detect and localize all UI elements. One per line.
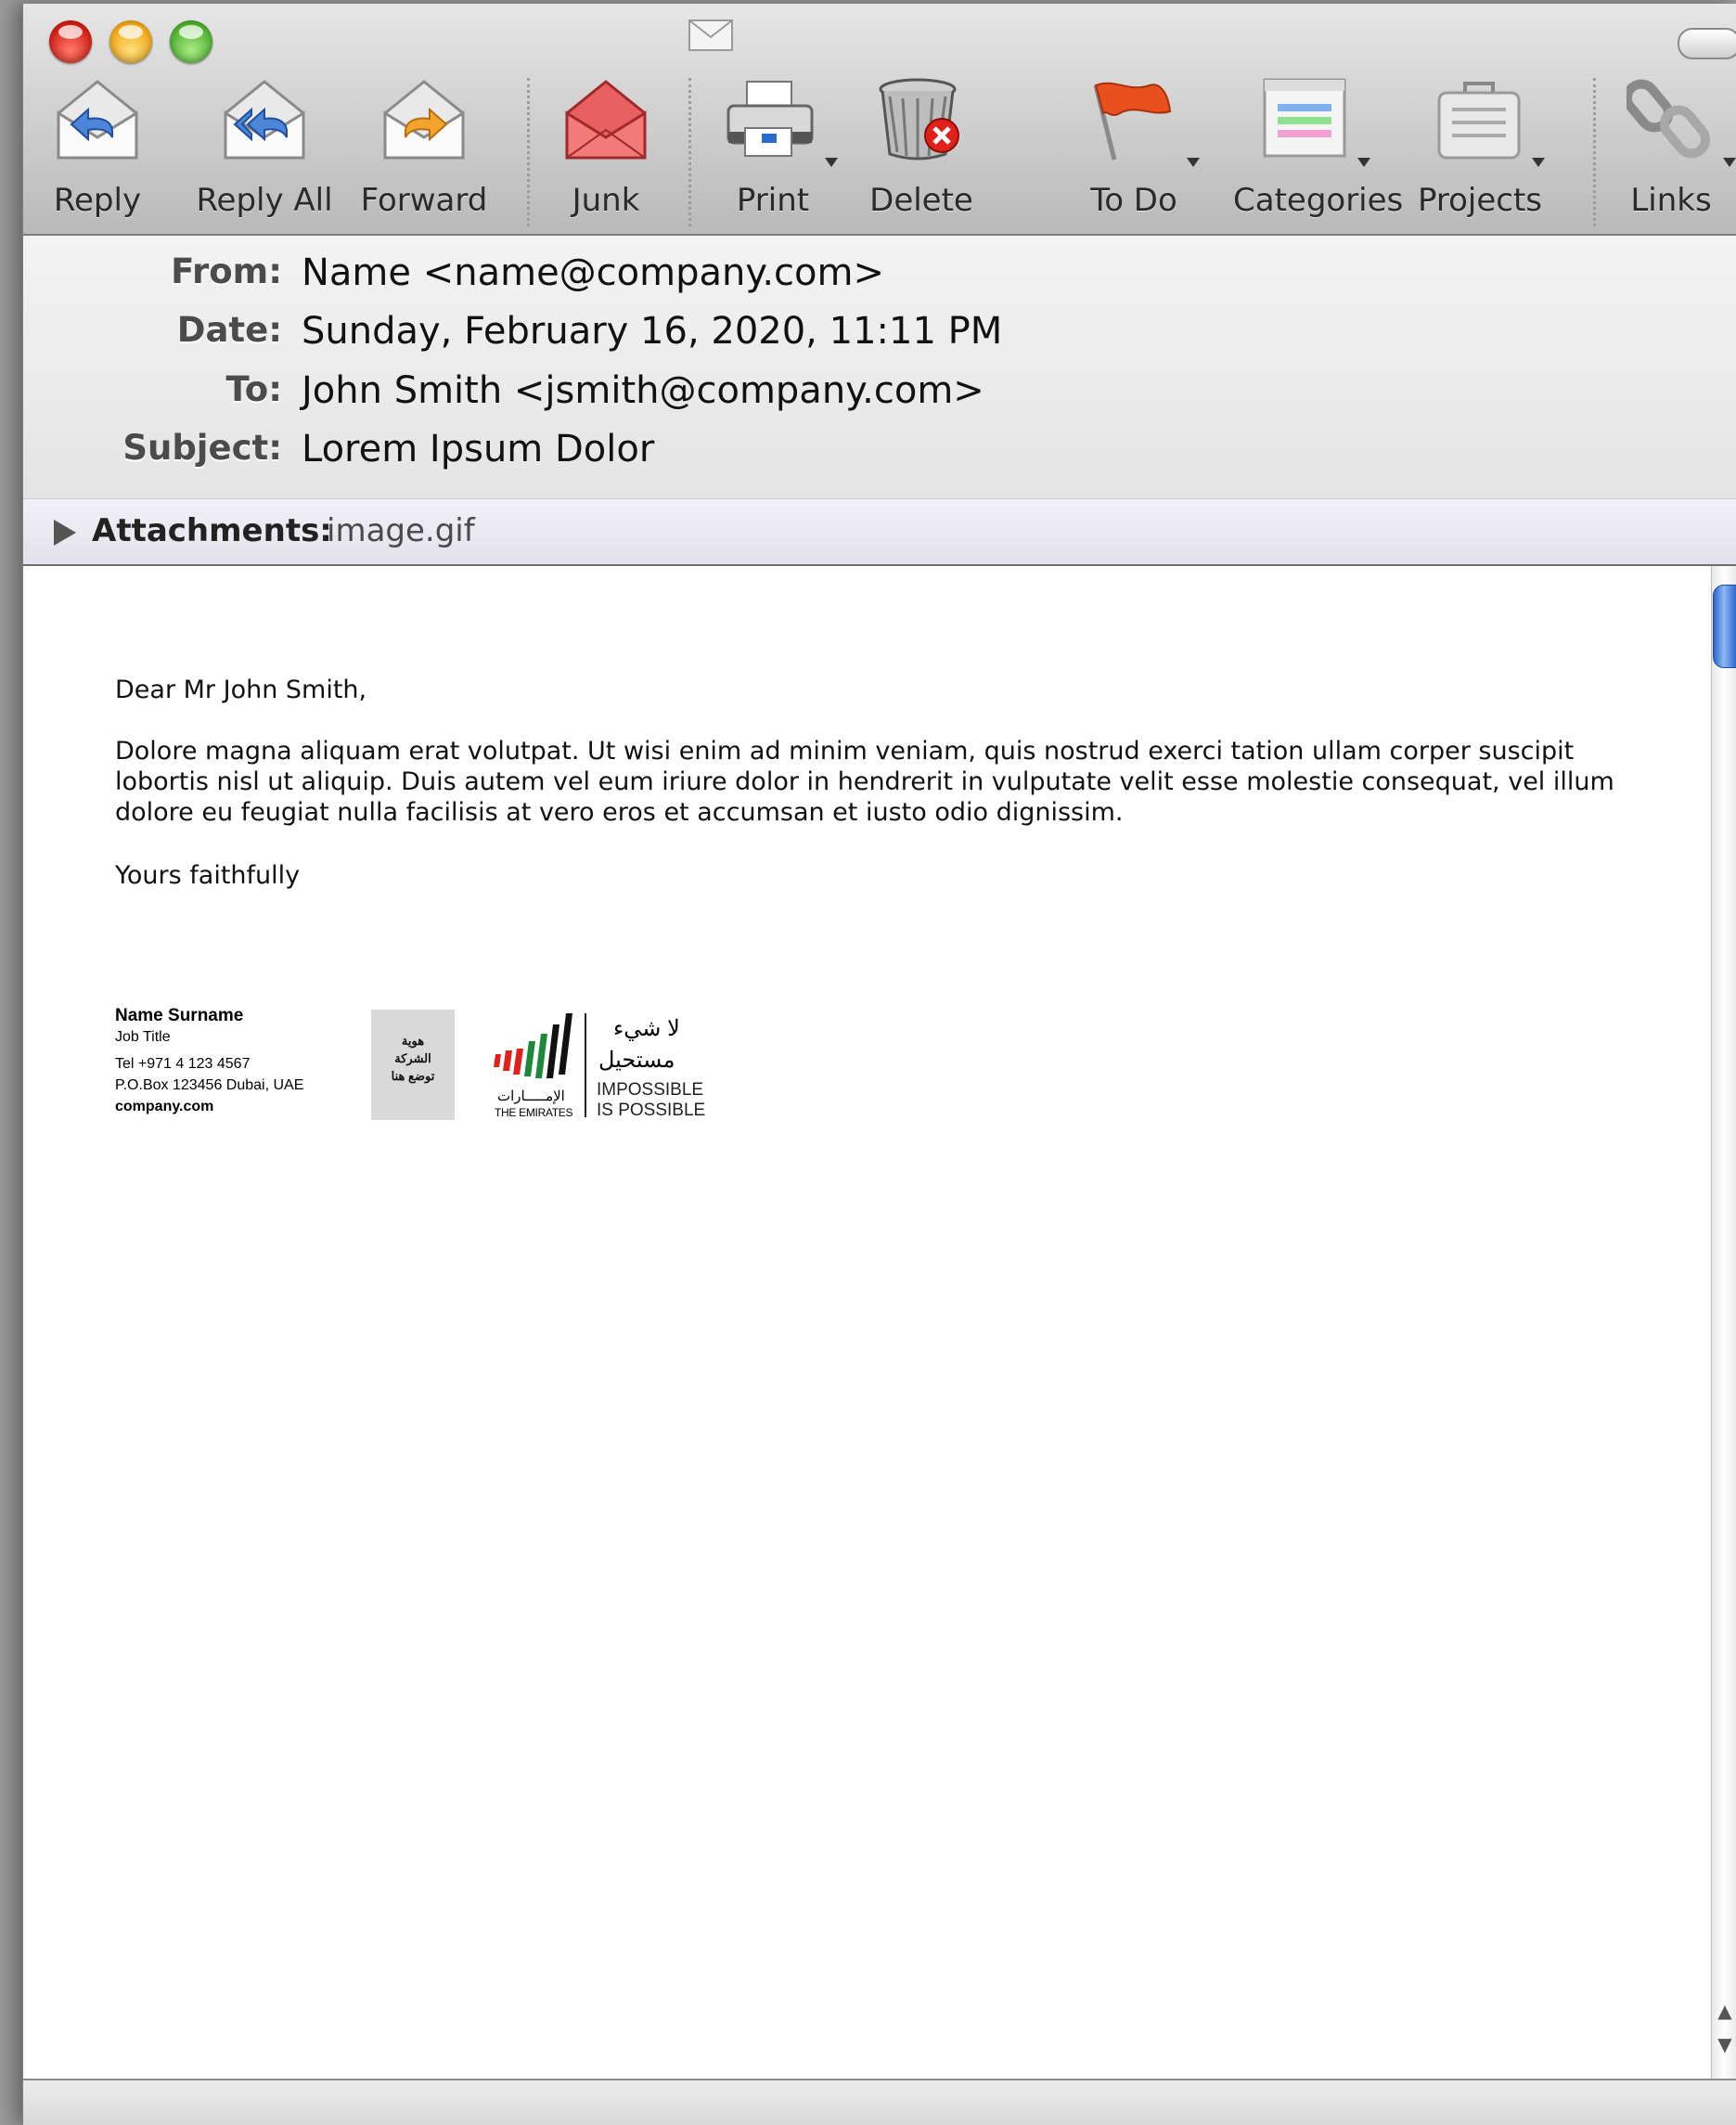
message-body[interactable]: Dear Mr John Smith, Dolore magna aliquam… xyxy=(23,566,1712,2079)
greeting: Dear Mr John Smith, xyxy=(115,676,367,704)
print-button[interactable]: Print xyxy=(725,76,838,229)
scroll-down-arrow-icon[interactable]: ▼ xyxy=(1715,2028,1735,2061)
date-row: Date: Sunday, February 16, 2020, 11:11 P… xyxy=(23,310,1736,366)
projects-dropdown-arrow[interactable] xyxy=(1532,158,1545,167)
slogan-english-line2: IS POSSIBLE xyxy=(597,1101,706,1120)
forward-button[interactable]: Forward xyxy=(361,76,487,229)
company-logo-placeholder: هوية الشركة توضع هنا xyxy=(371,1010,455,1120)
junk-label: Junk xyxy=(572,182,640,219)
print-dropdown-arrow[interactable] xyxy=(825,158,838,167)
junk-button[interactable]: Junk xyxy=(563,76,649,229)
projects-button[interactable]: Projects xyxy=(1418,76,1545,229)
reply-label: Reply xyxy=(53,182,142,219)
print-label: Print xyxy=(736,182,810,219)
mail-window: Reply Reply All Forward Junk Print Delet… xyxy=(22,4,1736,2125)
todo-button[interactable]: To Do xyxy=(1083,76,1200,229)
subject-label: Subject: xyxy=(122,428,282,468)
todo-dropdown-arrow[interactable] xyxy=(1187,158,1200,167)
toolbar: Reply Reply All Forward Junk Print Delet… xyxy=(23,4,1736,236)
emirates-english: THE EMIRATES xyxy=(495,1106,573,1119)
reply-button[interactable]: Reply xyxy=(54,76,141,229)
subject-value: Lorem Ipsum Dolor xyxy=(302,428,655,470)
links-icon xyxy=(1627,79,1711,159)
delete-button[interactable]: Delete xyxy=(869,76,973,229)
categories-icon xyxy=(1263,78,1346,158)
vertical-scrollbar[interactable] xyxy=(1711,566,1736,2079)
disclosure-triangle-icon[interactable] xyxy=(54,520,76,546)
signature: Name Surname Job Title Tel +971 4 123 45… xyxy=(115,1006,303,1117)
emirates-divider xyxy=(585,1013,586,1117)
categories-button[interactable]: Categories xyxy=(1233,76,1403,229)
closing: Yours faithfully xyxy=(115,861,301,890)
forward-icon xyxy=(383,80,465,160)
scrollbar-thumb[interactable] xyxy=(1713,585,1736,668)
close-window-button[interactable] xyxy=(49,20,92,63)
emirates-flag-stripes-icon xyxy=(494,1013,572,1078)
delete-label: Delete xyxy=(869,182,973,219)
subject-row: Subject: Lorem Ipsum Dolor xyxy=(23,428,1736,483)
signature-po-box: P.O.Box 123456 Dubai, UAE xyxy=(115,1077,304,1093)
projects-icon xyxy=(1437,82,1521,160)
toolbar-separator xyxy=(688,78,691,226)
links-label: Links xyxy=(1630,182,1712,219)
print-icon xyxy=(727,81,814,157)
delete-icon xyxy=(879,78,959,161)
projects-label: Projects xyxy=(1417,182,1543,219)
logo-placeholder-line: هوية xyxy=(401,1034,425,1048)
from-label: From: xyxy=(171,251,282,291)
emirates-arabic: الإمـــــارات xyxy=(497,1088,565,1104)
signature-website[interactable]: company.com xyxy=(115,1096,303,1117)
junk-icon xyxy=(565,80,647,160)
signature-job-title: Job Title xyxy=(115,1029,171,1045)
toolbar-separator xyxy=(1593,78,1596,226)
from-row: From: Name <name@company.com> xyxy=(23,251,1736,307)
attachments-label: Attachments: xyxy=(92,512,332,549)
todo-label: To Do xyxy=(1090,182,1177,219)
date-label: Date: xyxy=(176,310,282,350)
to-row: To: John Smith <jsmith@company.com> xyxy=(23,369,1736,425)
reply-all-label: Reply All xyxy=(196,182,333,219)
emirates-brand-logo: الإمـــــارات THE EMIRATES لا شيء مستحيل… xyxy=(492,1010,733,1121)
links-dropdown-arrow[interactable] xyxy=(1723,158,1736,167)
to-label: To: xyxy=(225,369,282,409)
forward-label: Forward xyxy=(360,182,488,219)
toolbar-separator xyxy=(527,78,530,226)
to-value[interactable]: John Smith <jsmith@company.com> xyxy=(302,369,984,412)
envelope-icon xyxy=(688,19,733,51)
categories-dropdown-arrow[interactable] xyxy=(1357,158,1370,167)
logo-placeholder-line: الشركة xyxy=(394,1051,431,1065)
date-value: Sunday, February 16, 2020, 11:11 PM xyxy=(302,310,1003,353)
logo-placeholder-line: توضع هنا xyxy=(391,1069,435,1083)
scroll-arrows: ▲ ▼ xyxy=(1715,1994,1735,2073)
slogan-english-line1: IMPOSSIBLE xyxy=(597,1080,704,1100)
signature-tel: Tel +971 4 123 4567 xyxy=(115,1056,251,1072)
status-bar xyxy=(23,2079,1736,2125)
body-paragraph: Dolore magna aliquam erat volutpat. Ut w… xyxy=(115,737,1614,827)
from-value[interactable]: Name <name@company.com> xyxy=(302,251,884,294)
minimize-window-button[interactable] xyxy=(109,20,152,63)
links-button[interactable]: Links xyxy=(1627,76,1736,229)
reply-all-button[interactable]: Reply All xyxy=(196,76,333,229)
slogan-arabic-line1: لا شيء xyxy=(613,1016,680,1041)
attachment-file[interactable]: image.gif xyxy=(327,512,475,549)
attachments-bar[interactable]: Attachments: image.gif xyxy=(23,498,1736,567)
reply-icon xyxy=(57,80,138,160)
flag-icon xyxy=(1093,82,1172,161)
slogan-arabic-line2: مستحيل xyxy=(598,1048,675,1073)
reply-all-icon xyxy=(224,80,305,160)
zoom-window-button[interactable] xyxy=(170,20,212,63)
toolbar-toggle-button[interactable] xyxy=(1678,28,1736,59)
categories-label: Categories xyxy=(1233,182,1404,219)
message-headers: From: Name <name@company.com> Date: Sund… xyxy=(23,236,1736,498)
signature-name: Name Surname xyxy=(115,1006,244,1025)
scroll-up-arrow-icon[interactable]: ▲ xyxy=(1715,1994,1735,2028)
